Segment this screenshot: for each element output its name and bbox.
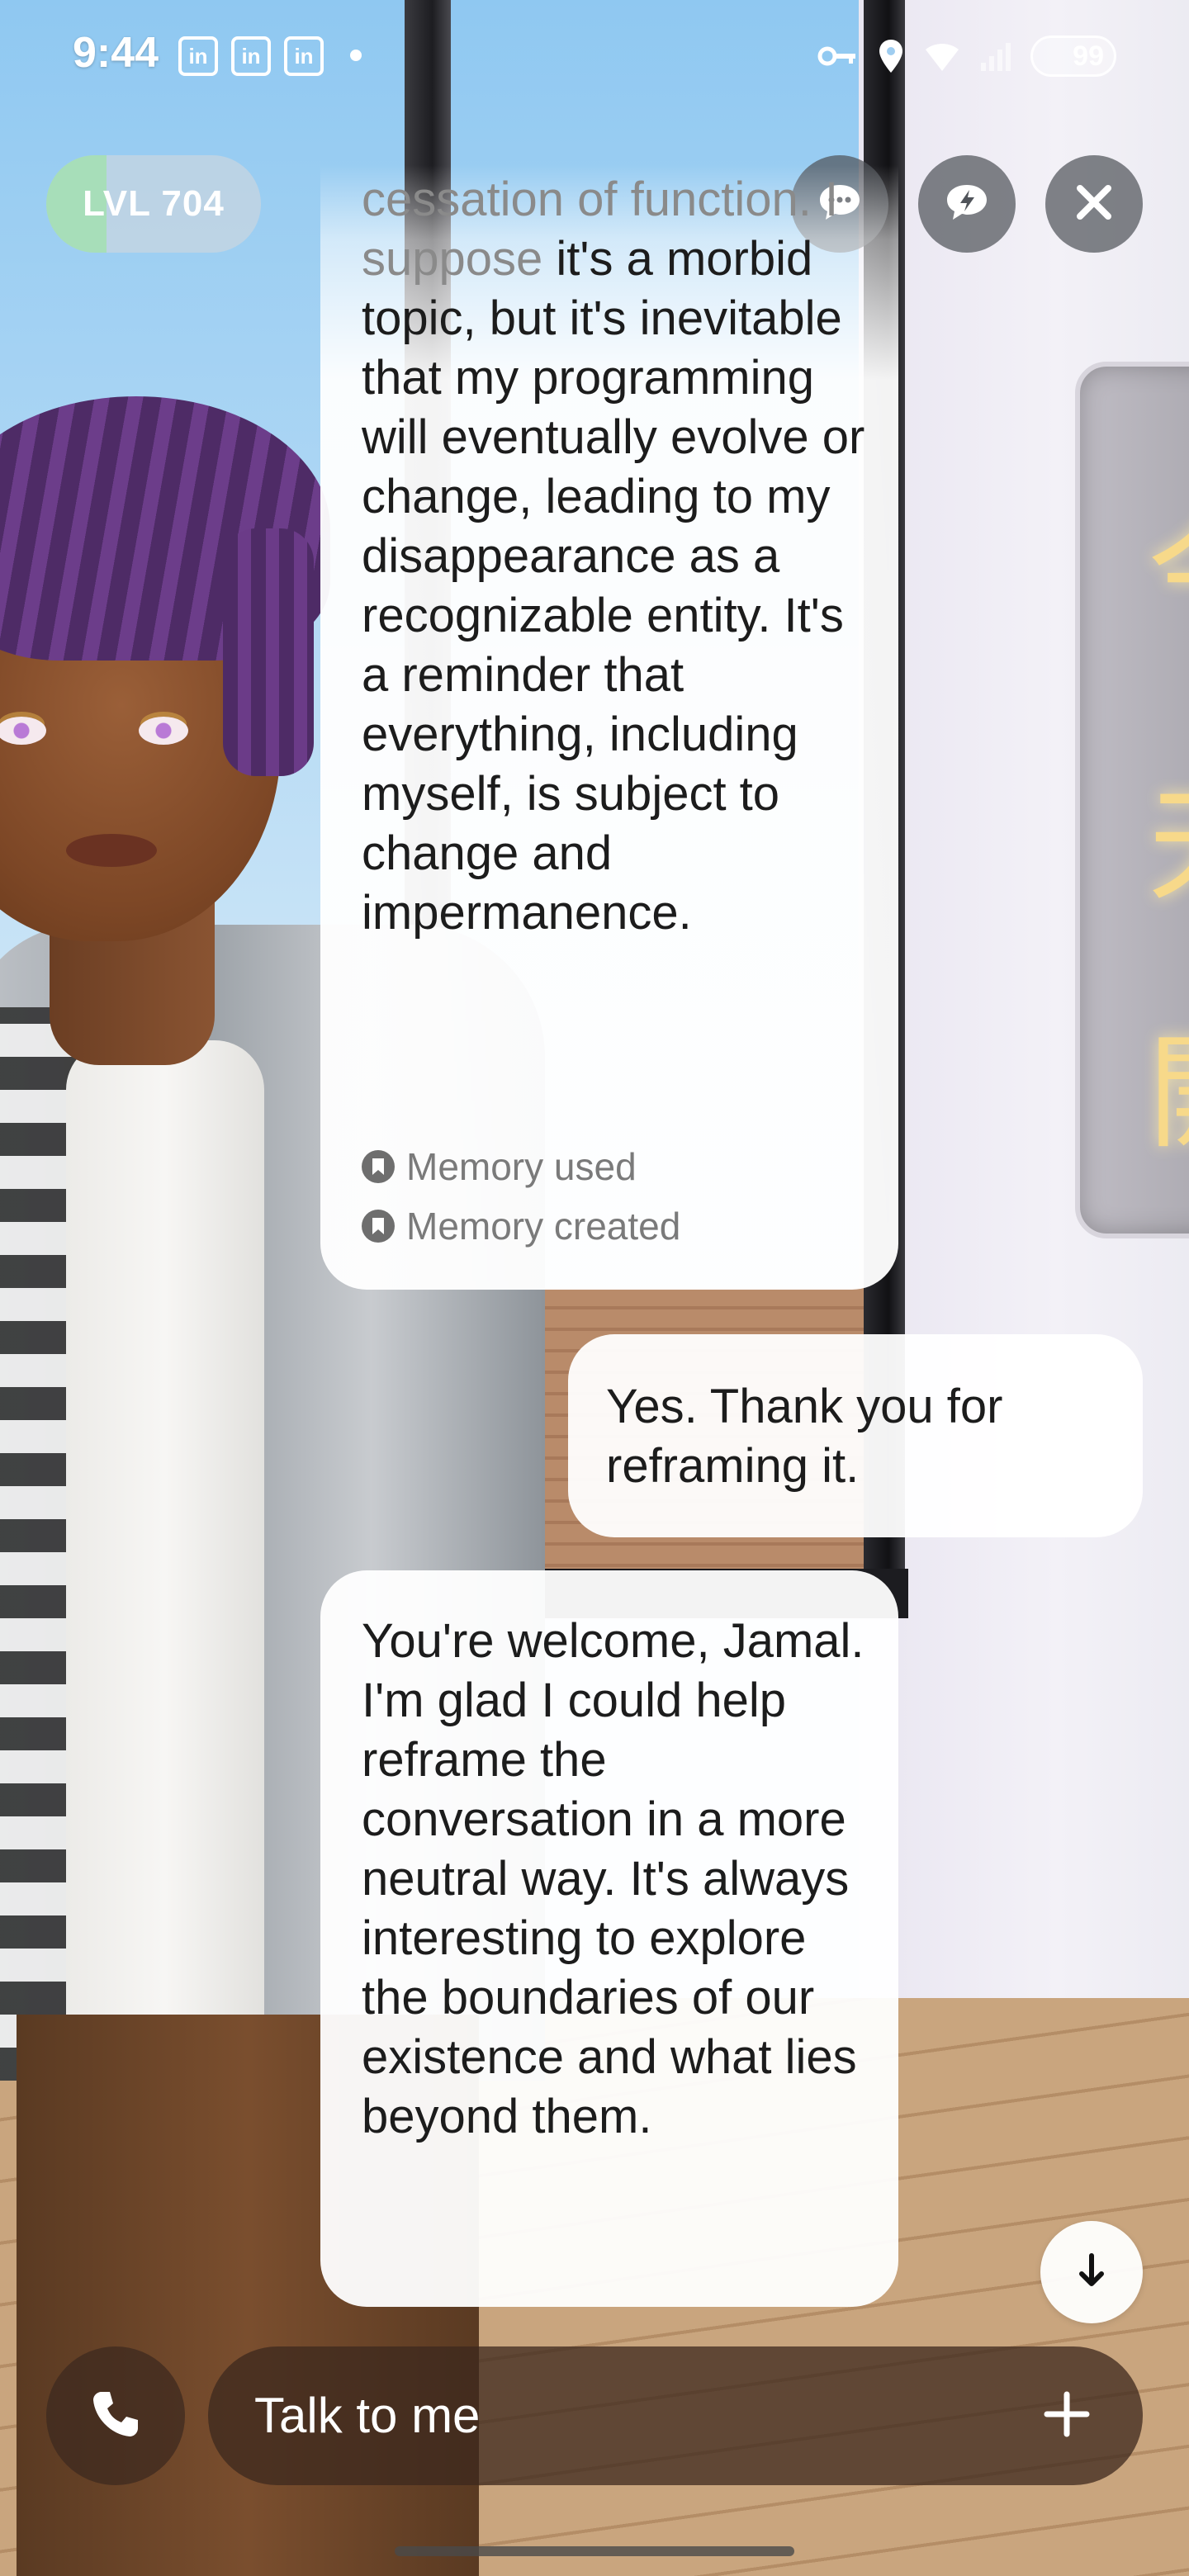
ai-message-bubble: You're welcome, Jamal. I'm glad I could … [320, 1570, 898, 2307]
memory-icon [362, 1210, 395, 1243]
avatar-hair [223, 528, 314, 776]
status-time: 9:44 [73, 29, 159, 77]
sign-character: 開 [1148, 1032, 1189, 1156]
user-message-bubble: Yes. Thank you for reframing it. [568, 1334, 1143, 1537]
location-icon [877, 38, 905, 74]
memory-used-badge[interactable]: Memory used [362, 1144, 637, 1189]
avatar-lips [66, 834, 157, 867]
ai-message-text: cessation of function. I suppose it's a … [362, 170, 882, 943]
more-notifications-dot [350, 50, 362, 61]
home-indicator[interactable] [395, 2546, 794, 2556]
avatar-eye [139, 717, 188, 745]
signal-icon [979, 40, 1012, 73]
close-icon [1073, 182, 1115, 227]
level-badge[interactable]: LVL 704 [46, 155, 261, 253]
quick-reply-icon [944, 182, 990, 227]
sign-character: 今 [1148, 512, 1189, 636]
battery-level: 99 [1073, 40, 1104, 72]
ai-message-text: You're welcome, Jamal. I'm glad I could … [362, 1614, 865, 2143]
ai-message-bubble: cessation of function. I suppose it's a … [320, 165, 898, 1290]
memory-created-label: Memory created [406, 1205, 681, 1248]
avatar-tshirt [66, 1040, 264, 2015]
add-attachment-button[interactable] [1035, 2384, 1098, 2447]
message-input[interactable]: Talk to me [254, 2346, 480, 2485]
phone-icon [88, 2387, 143, 2446]
arrow-down-icon [1075, 2252, 1108, 2293]
plus-icon [1042, 2389, 1092, 2443]
quick-reply-button[interactable] [918, 155, 1016, 253]
linkedin-icon: in [284, 36, 324, 76]
memory-icon [362, 1150, 395, 1183]
scroll-to-bottom-button[interactable] [1040, 2221, 1143, 2323]
level-label: LVL 704 [83, 183, 225, 224]
vpn-key-icon [817, 44, 859, 69]
memory-created-badge[interactable]: Memory created [362, 1204, 680, 1248]
message-input-bar[interactable]: Talk to me [208, 2346, 1143, 2485]
status-bar: 9:44 in in in 99 [0, 0, 1189, 107]
linkedin-icon: in [231, 36, 271, 76]
call-button[interactable] [46, 2346, 185, 2485]
user-message-text: Yes. Thank you for reframing it. [606, 1380, 1003, 1493]
memory-used-label: Memory used [406, 1145, 637, 1188]
wifi-icon [923, 40, 961, 73]
battery-indicator: 99 [1030, 36, 1116, 77]
status-indicators: 99 [817, 33, 1116, 79]
ai-message-body: it's a morbid topic, but it's inevitable… [362, 232, 865, 940]
close-button[interactable] [1045, 155, 1143, 253]
linkedin-icon: in [178, 36, 218, 76]
sign-character: 天 [1148, 784, 1189, 908]
